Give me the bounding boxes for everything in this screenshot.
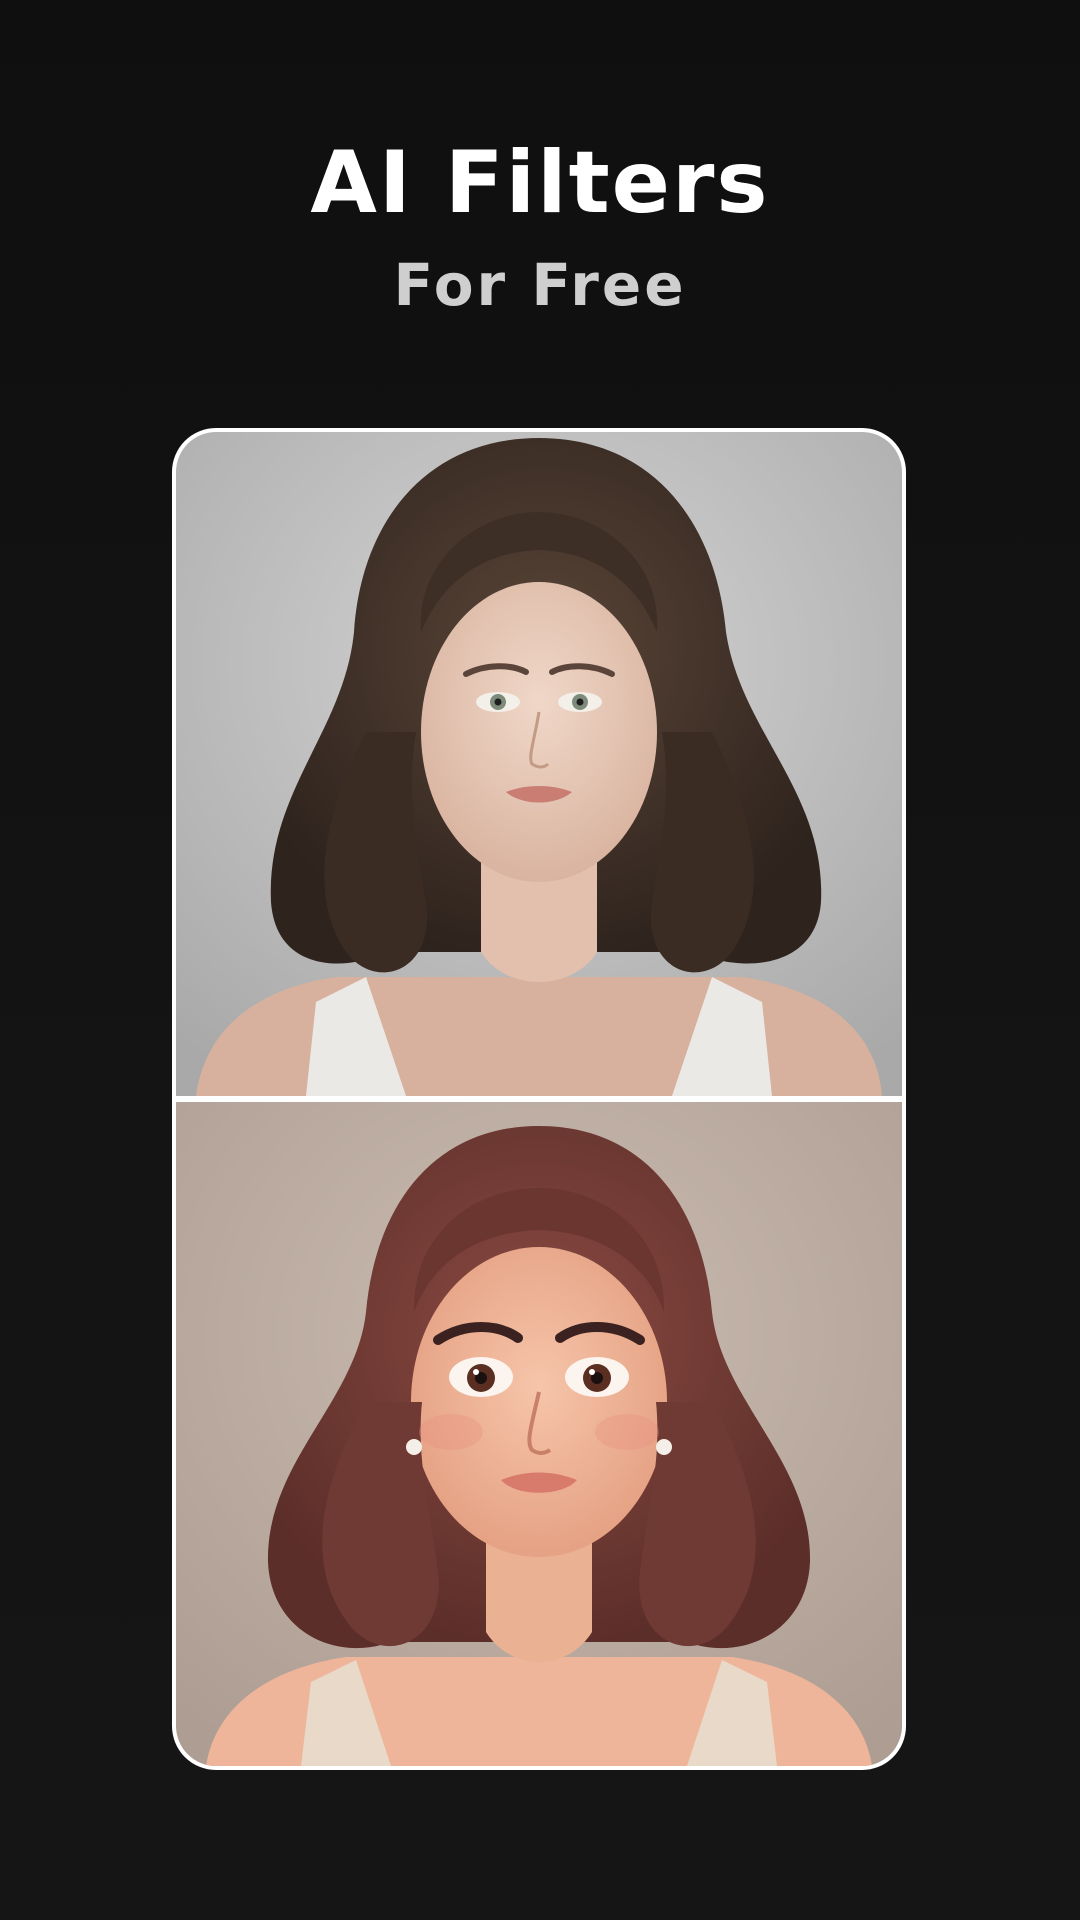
cartoon-portrait-image: [176, 1102, 902, 1766]
screen: AI Filters For Free: [0, 0, 1080, 1920]
original-portrait-image: [176, 432, 902, 1096]
page-subtitle: For Free: [393, 251, 687, 319]
original-photo-panel: [176, 432, 902, 1096]
before-after-card: [172, 428, 906, 1770]
page-title: AI Filters: [310, 133, 770, 233]
filtered-photo-panel: [176, 1102, 902, 1766]
